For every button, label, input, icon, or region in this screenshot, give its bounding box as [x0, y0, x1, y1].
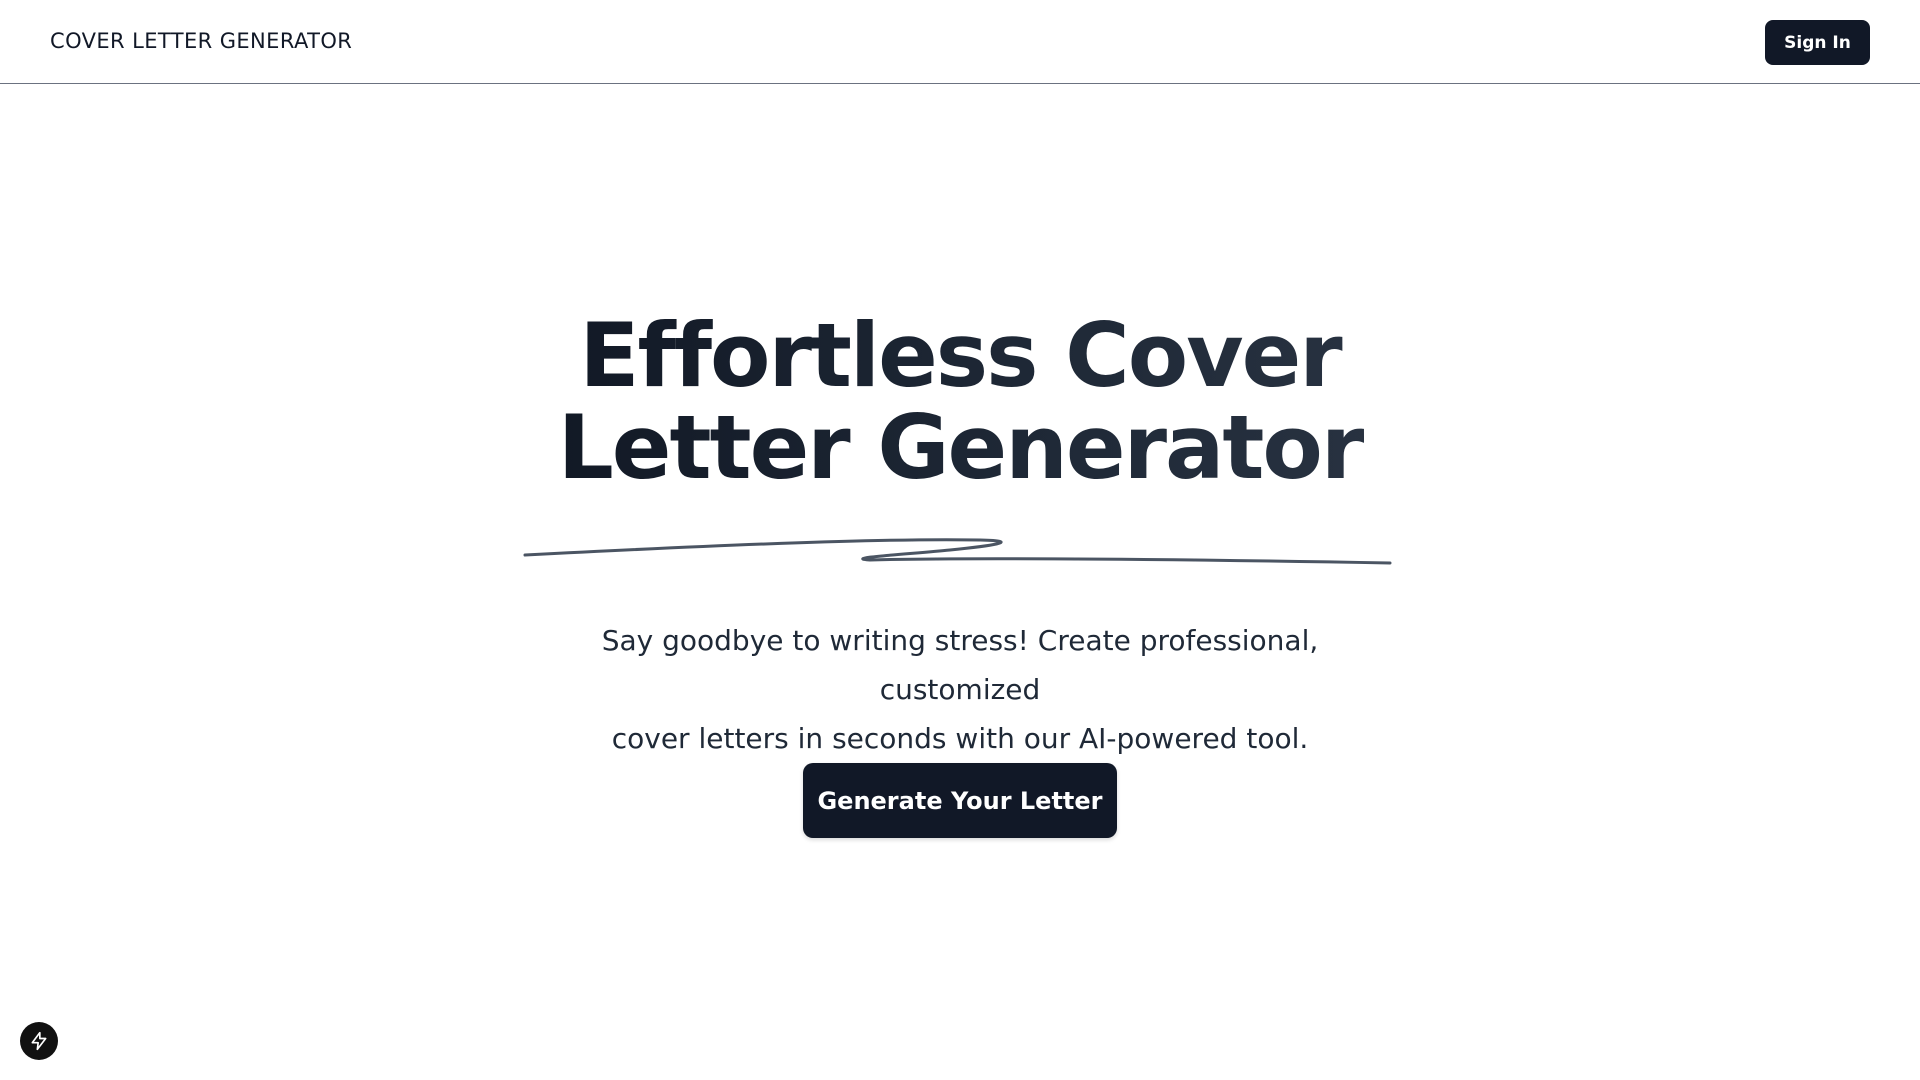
brand-title[interactable]: COVER LETTER GENERATOR	[50, 29, 352, 53]
hero-title: Effortless Cover Letter Generator	[0, 310, 1920, 494]
hero-title-line-2: Letter Generator	[557, 396, 1363, 499]
hero-title-line-1: Effortless Cover	[579, 304, 1341, 407]
hero-subtitle-line-2: cover letters in seconds with our AI-pow…	[611, 722, 1309, 755]
generate-letter-button[interactable]: Generate Your Letter	[803, 763, 1117, 838]
hero-subtitle-line-1: Say goodbye to writing stress! Create pr…	[601, 624, 1319, 706]
top-navbar: COVER LETTER GENERATOR Sign In	[0, 0, 1920, 84]
lightning-icon	[31, 1031, 47, 1051]
sign-in-button[interactable]: Sign In	[1765, 20, 1870, 65]
page: COVER LETTER GENERATOR Sign In Effortles…	[0, 0, 1920, 1080]
dev-badge-button[interactable]	[20, 1022, 58, 1060]
scribble-underline-icon	[523, 538, 1392, 565]
hero-subtitle: Say goodbye to writing stress! Create pr…	[520, 616, 1400, 763]
